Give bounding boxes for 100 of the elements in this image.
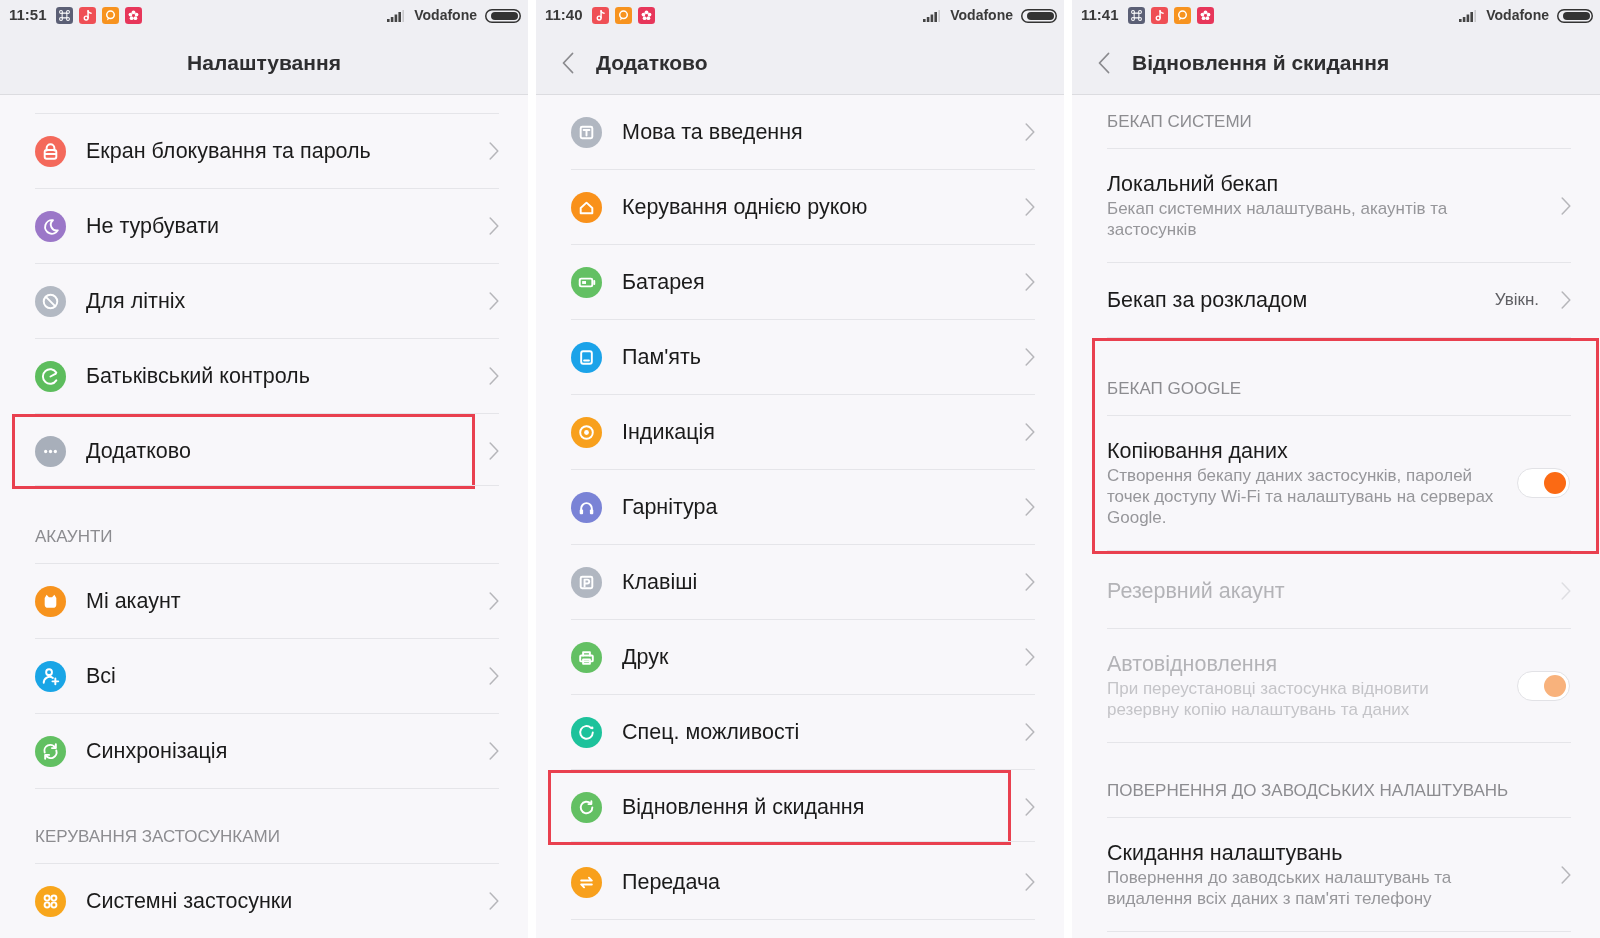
chevron-icon	[489, 292, 499, 310]
battery-icon	[1557, 8, 1593, 23]
item-description: Повернення до заводських налаштувань та видалення всіх даних з пам'яті телефону	[1107, 867, 1453, 909]
ring-dot-icon	[571, 416, 602, 448]
chevron-icon	[489, 742, 499, 760]
settings-item[interactable]: Клавіші	[571, 545, 1035, 620]
item-description: Бекап системних налаштувань, акаунтів та застосунків	[1107, 198, 1449, 240]
settings-item[interactable]: Бекап за розкладом Увікн.	[1107, 263, 1571, 338]
carrier-name: Vodafone	[950, 6, 1013, 25]
chevron-icon	[1561, 196, 1571, 215]
settings-item[interactable]: Локальний бекап Бекап системних налаштувань, акаунтів та застосунків	[1107, 149, 1571, 263]
settings-item[interactable]: Керування однією рукою	[571, 170, 1035, 245]
speech-bubble-icon	[1173, 7, 1191, 24]
chevron-icon	[1025, 798, 1035, 816]
flower-icon	[1196, 7, 1214, 24]
chevron-icon	[489, 142, 499, 160]
settings-item[interactable]: Гарнітура	[571, 470, 1035, 545]
battery-icon	[571, 266, 602, 298]
settings-item[interactable]: Синхронізація	[35, 714, 499, 789]
section-header: АКАУНТИ	[35, 526, 113, 548]
music-note-icon	[591, 7, 609, 24]
settings-item[interactable]: Екран блокування та пароль	[35, 114, 499, 189]
carrier-name: Vodafone	[1486, 6, 1549, 25]
signal-icon	[1459, 9, 1478, 22]
section-header: КЕРУВАННЯ ЗАСТОСУНКАМИ	[35, 826, 280, 848]
settings-item[interactable]: Додатково	[35, 417, 499, 486]
settings-item[interactable]: Передача	[571, 845, 1035, 920]
clover-symbol-icon	[55, 7, 73, 24]
settings-item[interactable]: Індикація	[571, 395, 1035, 470]
back-icon[interactable]	[562, 51, 574, 74]
back-icon[interactable]	[1098, 51, 1110, 74]
clover-symbol-icon	[1127, 7, 1145, 24]
moon-icon	[35, 210, 66, 242]
four-circles-icon	[35, 885, 66, 917]
screen-title: Відновлення й скидання	[1132, 49, 1390, 76]
signal-icon	[387, 9, 406, 22]
chevron-icon	[1025, 273, 1035, 291]
settings-item[interactable]: Мі акаунт	[35, 564, 499, 639]
chevron-icon	[1025, 723, 1035, 741]
settings-item[interactable]: Друк	[571, 620, 1035, 695]
house-icon	[571, 191, 602, 223]
swap-arrows-icon	[571, 866, 602, 898]
item-description: Створення бекапу даних застосунків, паролей точек доступу Wi-Fi та налаштувань на серверах Google.	[1107, 465, 1495, 528]
crossed-circle-icon	[35, 285, 66, 317]
screen-title: Додатково	[596, 49, 708, 76]
status-time: 11:51	[9, 5, 47, 26]
cat-face-icon	[35, 585, 66, 617]
printer-icon	[571, 641, 602, 673]
sync-icon	[35, 735, 66, 767]
section-header: БЕКАП GOOGLE	[1107, 378, 1242, 400]
text-box-icon	[571, 116, 602, 148]
settings-item[interactable]: Всі	[35, 639, 499, 714]
status-time: 11:40	[545, 5, 583, 26]
settings-item[interactable]: Для літніх	[35, 264, 499, 339]
chevron-icon	[1025, 873, 1035, 891]
chevron-icon	[489, 217, 499, 235]
chevron-icon	[489, 592, 499, 610]
memory-card-icon	[571, 341, 602, 373]
chevron-icon	[1025, 648, 1035, 666]
settings-item[interactable]: Спец. можливості	[571, 695, 1035, 770]
chevron-icon	[1561, 291, 1571, 309]
section-header: ПОВЕРНЕННЯ ДО ЗАВОДСЬКИХ НАЛАШТУВАНЬ	[1107, 780, 1509, 802]
chevron-icon	[1025, 573, 1035, 591]
settings-item[interactable]: Батарея	[571, 245, 1035, 320]
chevron-icon	[489, 892, 499, 910]
settings-item[interactable]: Копіювання даних Створення бекапу даних застосунків, паролей точек доступу Wi-Fi та налаштувань на серверах Google.	[1107, 416, 1571, 551]
carrier-name: Vodafone	[414, 6, 477, 25]
flower-icon	[637, 7, 655, 24]
toggle-switch[interactable]	[1517, 468, 1570, 498]
chevron-icon	[489, 667, 499, 685]
section-header: БЕКАП СИСТЕМИ	[1107, 111, 1252, 133]
settings-item[interactable]: Мова та введення	[571, 95, 1035, 170]
settings-item[interactable]: Системні застосунки	[35, 864, 499, 938]
chevron-icon	[1561, 865, 1571, 884]
chevron-icon	[1025, 348, 1035, 366]
signal-icon	[923, 9, 942, 22]
refresh-icon	[571, 791, 602, 823]
speech-bubble-icon	[101, 7, 119, 24]
padlock-icon	[35, 135, 66, 167]
settings-item[interactable]: Скидання налаштувань Повернення до заводських налаштувань та видалення всіх даних з пам'яті телефону	[1107, 818, 1571, 932]
chevron-icon	[1025, 198, 1035, 216]
music-note-icon	[1150, 7, 1168, 24]
speech-bubble-icon	[614, 7, 632, 24]
settings-item[interactable]: Відновлення й скидання	[571, 773, 1035, 842]
chevron-icon	[489, 367, 499, 385]
chevron-icon	[489, 442, 499, 460]
p-key-icon	[571, 566, 602, 598]
music-note-icon	[78, 7, 96, 24]
chevron-icon	[1025, 498, 1035, 516]
item-value: Увікн.	[1494, 289, 1539, 312]
settings-item[interactable]: Батьківський контроль	[35, 339, 499, 414]
screen-title: Налаштування	[187, 49, 341, 76]
battery-icon	[1021, 8, 1057, 23]
add-person-icon	[35, 660, 66, 692]
headphones-icon	[571, 491, 602, 523]
more-dots-icon	[35, 435, 66, 467]
flower-icon	[124, 7, 142, 24]
settings-item[interactable]: Не турбувати	[35, 189, 499, 264]
chevron-icon	[1025, 423, 1035, 441]
settings-item[interactable]: Пам'ять	[571, 320, 1035, 395]
